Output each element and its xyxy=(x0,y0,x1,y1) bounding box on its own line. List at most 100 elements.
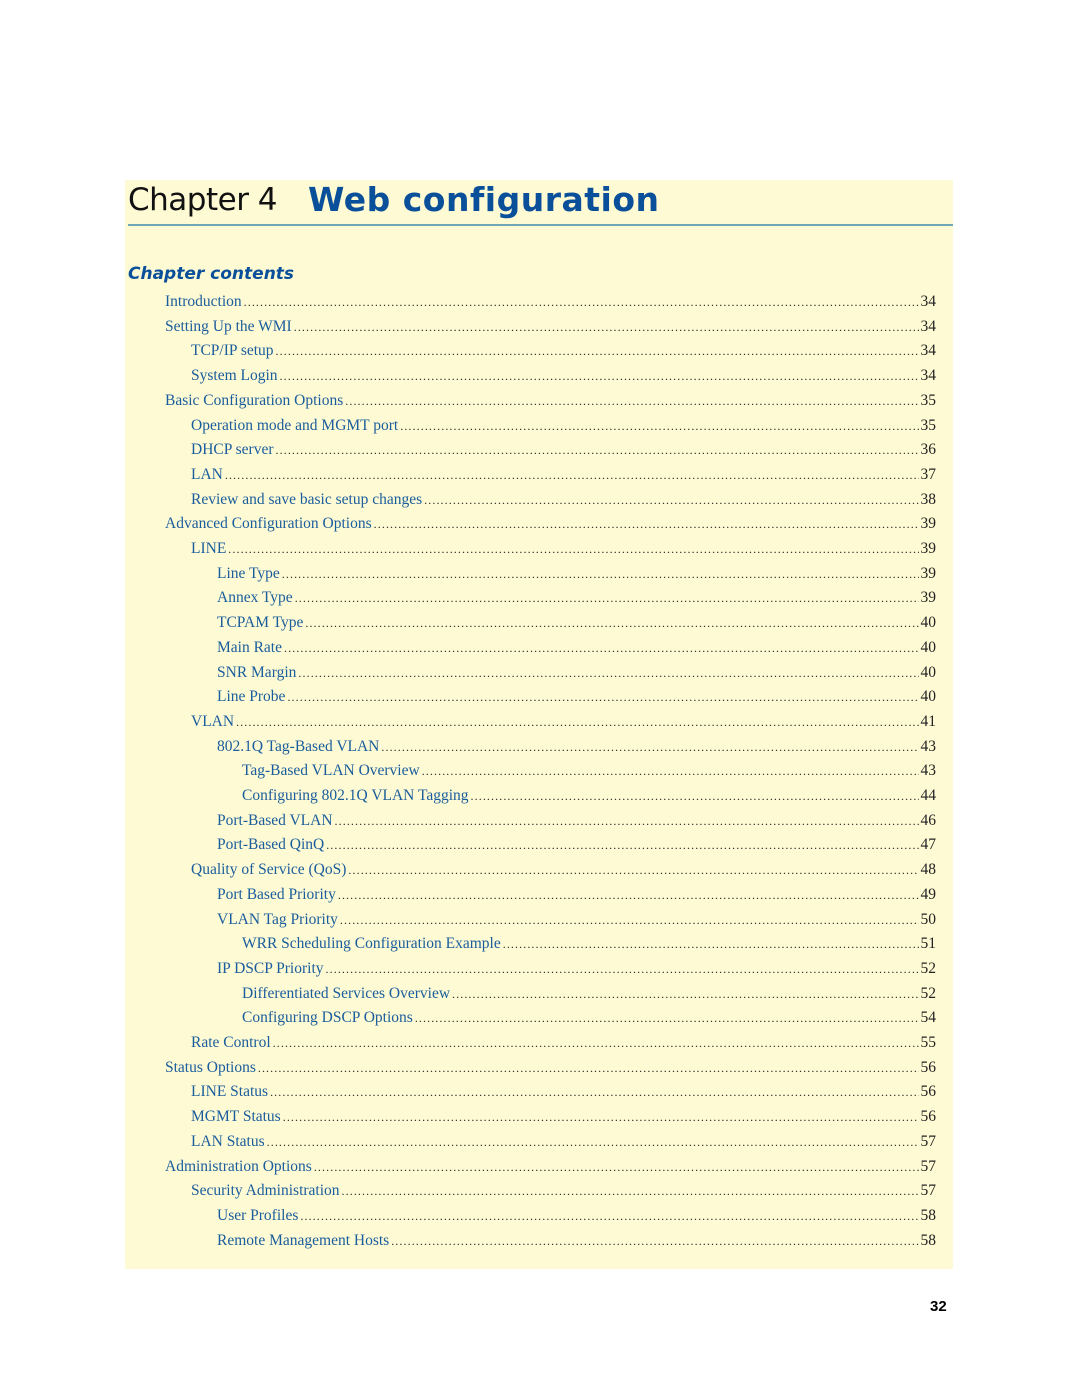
toc-dot-leader: ........................................… xyxy=(348,863,919,878)
toc-entry[interactable]: Setting Up the WMI......................… xyxy=(165,318,936,342)
toc-entry[interactable]: VLAN Tag Priority.......................… xyxy=(217,911,936,935)
toc-entry-title[interactable]: Port-Based QinQ xyxy=(217,836,324,854)
toc-entry-title[interactable]: Line Probe xyxy=(217,688,285,706)
toc-entry-title[interactable]: Tag-Based VLAN Overview xyxy=(242,762,420,780)
toc-entry[interactable]: LAN Status..............................… xyxy=(191,1133,936,1157)
toc-entry-title[interactable]: Configuring DSCP Options xyxy=(242,1009,413,1027)
toc-entry-title[interactable]: Configuring 802.1Q VLAN Tagging xyxy=(242,787,469,805)
toc-entry[interactable]: Basic Configuration Options.............… xyxy=(165,392,936,416)
toc-entry-title[interactable]: TCP/IP setup xyxy=(191,342,274,360)
toc-entry-title[interactable]: Setting Up the WMI xyxy=(165,318,292,336)
toc-entry-title[interactable]: Quality of Service (QoS) xyxy=(191,861,346,879)
toc-entry-title[interactable]: Basic Configuration Options xyxy=(165,392,343,410)
toc-entry[interactable]: Operation mode and MGMT port............… xyxy=(191,417,936,441)
toc-entry-page: 46 xyxy=(920,811,937,829)
toc-entry-title[interactable]: Security Administration xyxy=(191,1182,340,1200)
toc-entry-page: 39 xyxy=(920,515,937,533)
toc-entry[interactable]: LINE Status.............................… xyxy=(191,1083,936,1107)
toc-entry-title[interactable]: DHCP server xyxy=(191,441,274,459)
toc-entry[interactable]: Tag-Based VLAN Overview.................… xyxy=(242,762,936,786)
toc-entry-title[interactable]: LAN xyxy=(191,466,223,484)
toc-dot-leader: ........................................… xyxy=(326,838,919,853)
toc-entry-title[interactable]: IP DSCP Priority xyxy=(217,960,324,978)
toc-entry[interactable]: Configuring DSCP Options................… xyxy=(242,1009,936,1033)
toc-entry[interactable]: Line Type...............................… xyxy=(217,565,936,589)
toc-entry[interactable]: Security Administration.................… xyxy=(191,1182,936,1206)
toc-entry[interactable]: Introduction............................… xyxy=(165,293,936,317)
toc-entry-title[interactable]: Rate Control xyxy=(191,1034,271,1052)
toc-dot-leader: ........................................… xyxy=(228,542,918,556)
toc-entry-title[interactable]: Introduction xyxy=(165,293,242,311)
toc-entry[interactable]: Quality of Service (QoS)................… xyxy=(191,861,936,885)
toc-entry-title[interactable]: Status Options xyxy=(165,1059,256,1077)
toc-entry-title[interactable]: TCPAM Type xyxy=(217,614,303,632)
toc-entry-title[interactable]: Operation mode and MGMT port xyxy=(191,417,398,435)
toc-entry[interactable]: Rate Control............................… xyxy=(191,1034,936,1058)
toc-entry[interactable]: 802.1Q Tag-Based VLAN...................… xyxy=(217,738,936,762)
toc-dot-leader: ........................................… xyxy=(257,1060,919,1075)
toc-entry[interactable]: System Login............................… xyxy=(191,367,936,391)
toc-entry[interactable]: Port-Based QinQ.........................… xyxy=(217,836,936,860)
toc-entry[interactable]: Remote Management Hosts.................… xyxy=(217,1232,936,1256)
toc-entry[interactable]: Port-Based VLAN.........................… xyxy=(217,812,936,836)
toc-entry[interactable]: Differentiated Services Overview........… xyxy=(242,985,936,1009)
toc-entry-page: 38 xyxy=(920,490,937,508)
toc-entry-title[interactable]: Port-Based VLAN xyxy=(217,812,333,830)
toc-entry-title[interactable]: VLAN xyxy=(191,713,234,731)
toc-entry-title[interactable]: VLAN Tag Priority xyxy=(217,911,338,929)
toc-entry-title[interactable]: System Login xyxy=(191,367,278,385)
toc-entry[interactable]: LAN.....................................… xyxy=(191,466,936,490)
toc-entry-title[interactable]: MGMT Status xyxy=(191,1108,281,1126)
toc-entry-title[interactable]: User Profiles xyxy=(217,1207,298,1225)
toc-entry-page: 35 xyxy=(920,416,937,434)
toc-entry[interactable]: SNR Margin..............................… xyxy=(217,664,936,688)
toc-entry-page: 54 xyxy=(920,1009,937,1027)
toc-entry[interactable]: Review and save basic setup changes.....… xyxy=(191,491,936,515)
toc-entry-title[interactable]: 802.1Q Tag-Based VLAN xyxy=(217,738,379,756)
toc-entry-title[interactable]: Review and save basic setup changes xyxy=(191,491,422,509)
toc-dot-leader: ........................................… xyxy=(293,319,919,334)
toc-dot-leader: ........................................… xyxy=(341,1184,919,1199)
toc-entry[interactable]: Configuring 802.1Q VLAN Tagging.........… xyxy=(242,787,936,811)
toc-entry-title[interactable]: Remote Management Hosts xyxy=(217,1232,389,1250)
toc-entry-title[interactable]: LINE Status xyxy=(191,1083,268,1101)
toc-entry-title[interactable]: Main Rate xyxy=(217,639,282,657)
toc-entry[interactable]: WRR Scheduling Configuration Example....… xyxy=(242,935,936,959)
toc-entry-title[interactable]: Advanced Configuration Options xyxy=(165,515,372,533)
toc-entry[interactable]: TCP/IP setup............................… xyxy=(191,342,936,366)
toc-entry-title[interactable]: Annex Type xyxy=(217,589,293,607)
toc-dot-leader: ........................................… xyxy=(421,764,919,779)
toc-entry-page: 44 xyxy=(920,787,937,804)
toc-entry-page: 40 xyxy=(920,638,937,656)
toc-entry-page: 51 xyxy=(920,935,937,953)
toc-entry[interactable]: Main Rate...............................… xyxy=(217,639,936,663)
toc-dot-leader: ........................................… xyxy=(452,986,918,1001)
toc-entry-page: 57 xyxy=(920,1157,937,1175)
toc-dot-leader: ........................................… xyxy=(270,1085,919,1100)
toc-entry[interactable]: LINE....................................… xyxy=(191,540,936,564)
toc-entry[interactable]: IP DSCP Priority........................… xyxy=(217,960,936,984)
toc-entry-title[interactable]: Administration Options xyxy=(165,1158,312,1176)
toc-entry[interactable]: Administration Options..................… xyxy=(165,1158,936,1182)
toc-entry-title[interactable]: WRR Scheduling Configuration Example xyxy=(242,935,501,953)
toc-entry-page: 39 xyxy=(920,540,937,557)
toc-dot-leader: ........................................… xyxy=(282,1110,919,1125)
toc-entry-title[interactable]: SNR Margin xyxy=(217,664,296,682)
toc-entry[interactable]: Port Based Priority.....................… xyxy=(217,886,936,910)
toc-entry[interactable]: Line Probe..............................… xyxy=(217,688,936,712)
toc-entry-title[interactable]: LINE xyxy=(191,540,226,558)
toc-entry[interactable]: VLAN....................................… xyxy=(191,713,936,737)
toc-entry-title[interactable]: Line Type xyxy=(217,565,280,583)
toc-entry[interactable]: DHCP server.............................… xyxy=(191,441,936,465)
toc-entry[interactable]: MGMT Status.............................… xyxy=(191,1108,936,1132)
toc-entry-page: 47 xyxy=(920,836,937,854)
toc-entry-title[interactable]: Differentiated Services Overview xyxy=(242,985,450,1003)
toc-entry[interactable]: User Profiles...........................… xyxy=(217,1207,936,1231)
toc-entry-page: 43 xyxy=(920,762,937,780)
toc-entry[interactable]: Annex Type..............................… xyxy=(217,589,936,613)
toc-entry-title[interactable]: LAN Status xyxy=(191,1133,265,1151)
toc-entry[interactable]: TCPAM Type..............................… xyxy=(217,614,936,638)
toc-entry[interactable]: Status Options..........................… xyxy=(165,1059,936,1083)
toc-entry-title[interactable]: Port Based Priority xyxy=(217,886,336,904)
toc-entry[interactable]: Advanced Configuration Options..........… xyxy=(165,515,936,539)
